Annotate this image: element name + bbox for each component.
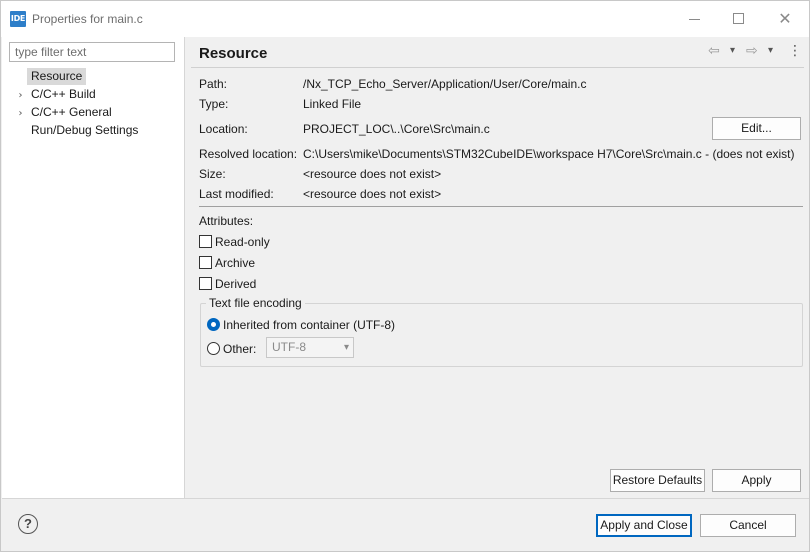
type-value: Linked File [303,97,362,111]
minimize-icon [689,19,700,20]
cancel-button[interactable]: Cancel [700,514,796,537]
category-tree-pane: Resource › C/C++ Build › C/C++ General Run… [2,37,185,498]
maximize-button[interactable] [724,7,754,31]
forward-dropdown-icon[interactable]: ▾ [768,45,773,56]
other-encoding-select[interactable]: UTF-8 ▾ [266,337,354,358]
edit-location-button[interactable]: Edit... [712,117,801,140]
back-arrow-icon[interactable]: ⇦ [708,43,720,59]
path-value: /Nx_TCP_Echo_Server/Application/User/Cor… [303,77,587,91]
location-value: PROJECT_LOC\..\Core\Src\main.c [303,122,490,136]
checkbox-box[interactable] [199,235,212,248]
tree-item-resource[interactable]: Resource [14,68,87,85]
tree-item-label: Resource [27,68,87,85]
window-title: Properties for main.c [32,12,143,26]
help-icon[interactable]: ? [18,514,38,534]
attributes-separator [199,206,803,207]
title-separator [191,67,804,68]
resolved-location-label: Resolved location: [199,147,298,161]
back-dropdown-icon[interactable]: ▾ [730,45,735,56]
location-label: Location: [199,122,248,136]
tree-item-label: C/C++ General [31,105,112,119]
page-title: Resource [199,45,268,62]
checkbox-label: Archive [215,256,256,270]
radio-label: Inherited from container (UTF-8) [223,318,396,332]
checkbox-label: Read-only [215,235,270,249]
chevron-right-icon[interactable]: › [14,87,27,104]
last-modified-label: Last modified: [199,187,274,201]
restore-defaults-button[interactable]: Restore Defaults [610,469,705,492]
derived-checkbox[interactable]: Derived [199,276,256,292]
radio-label: Other: [223,342,257,356]
tree-item-cpp-general[interactable]: › C/C++ General [14,104,116,121]
checkbox-label: Derived [215,277,257,291]
inherited-encoding-radio[interactable]: Inherited from container (UTF-8) [207,317,395,333]
select-value: UTF-8 [272,340,306,354]
tree-item-label: C/C++ Build [31,87,96,101]
chevron-right-icon[interactable]: › [14,105,27,122]
resource-page: Resource ⇦ ▾ ⇨ ▾ ⋮ Path: /Nx_TCP_Echo_Se… [186,37,809,498]
maximize-icon [733,13,744,24]
type-label: Type: [199,97,229,111]
radio-selected-icon[interactable] [207,318,220,331]
view-menu-icon[interactable]: ⋮ [788,43,802,59]
tree-item-run-debug-settings[interactable]: Run/Debug Settings [14,122,142,139]
properties-dialog: IDE Properties for main.c ✕ Resource › C/… [0,0,810,552]
radio-unselected-icon[interactable] [207,342,220,355]
size-value: <resource does not exist> [303,167,442,181]
page-nav-toolbar: ⇦ ▾ ⇨ ▾ ⋮ [706,43,806,63]
attributes-heading: Attributes: [199,214,254,228]
close-icon: ✕ [778,9,792,28]
minimize-button[interactable] [680,7,710,31]
title-bar[interactable]: IDE Properties for main.c ✕ [1,1,809,37]
resolved-location-value: C:\Users\mike\Documents\STM32CubeIDE\wor… [303,147,795,161]
close-button[interactable]: ✕ [770,7,800,31]
tree-item-label: Run/Debug Settings [31,123,139,137]
filter-input[interactable] [9,42,175,62]
chevron-down-icon: ▾ [343,342,349,353]
other-encoding-radio[interactable]: Other: [207,341,256,357]
path-label: Path: [199,77,228,91]
text-file-encoding-legend: Text file encoding [206,296,305,310]
archive-checkbox[interactable]: Archive [199,255,255,271]
size-label: Size: [199,167,226,181]
ide-app-icon: IDE [10,11,26,27]
last-modified-value: <resource does not exist> [303,187,442,201]
checkbox-box[interactable] [199,277,212,290]
footer-separator [2,498,809,499]
apply-and-close-button[interactable]: Apply and Close [596,514,692,537]
read-only-checkbox[interactable]: Read-only [199,234,270,250]
apply-button[interactable]: Apply [712,469,801,492]
tree-item-cpp-build[interactable]: › C/C++ Build [14,86,100,103]
forward-arrow-icon[interactable]: ⇨ [746,43,758,59]
checkbox-box[interactable] [199,256,212,269]
